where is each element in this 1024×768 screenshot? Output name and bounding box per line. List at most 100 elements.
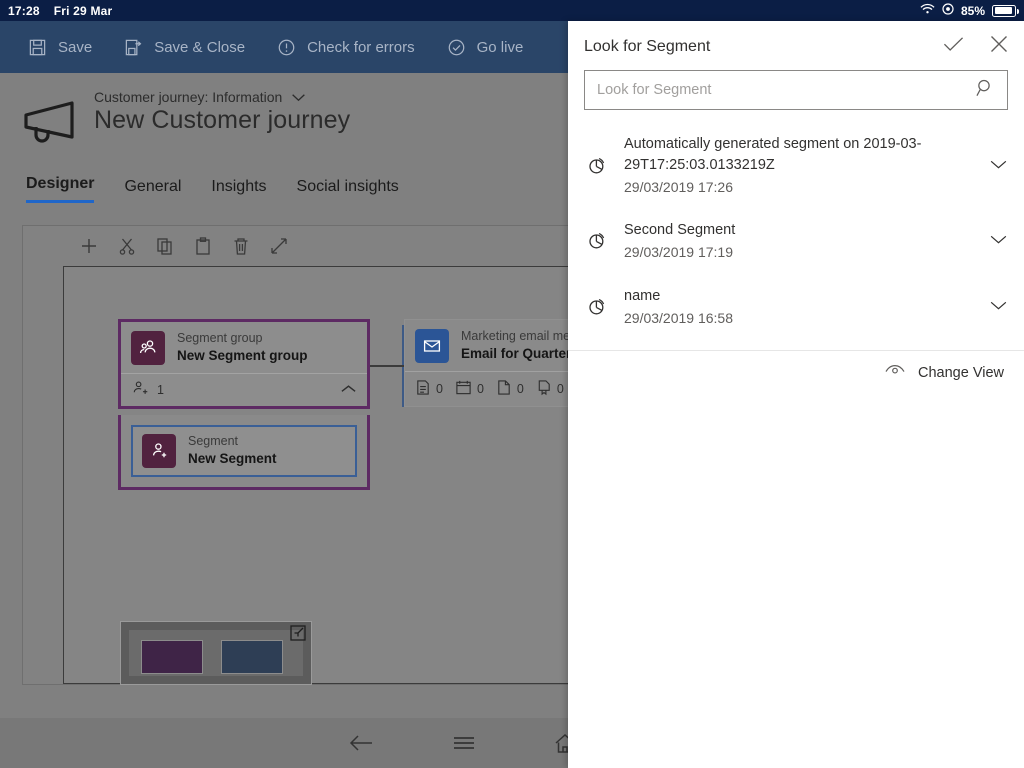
check-for-errors-button[interactable]: Check for errors xyxy=(261,32,431,63)
segment-pie-icon xyxy=(584,296,610,318)
save-and-close-button[interactable]: Save & Close xyxy=(108,32,261,63)
save-button[interactable]: Save xyxy=(12,32,108,63)
tab-designer[interactable]: Designer xyxy=(26,175,94,203)
wifi-icon xyxy=(920,3,935,18)
lookup-flyout-panel: Look for Segment xyxy=(568,21,1024,768)
save-icon xyxy=(28,38,47,57)
minimap-surface xyxy=(129,630,303,676)
segment-group-footer: 1 xyxy=(121,374,367,406)
list-item-date: 29/03/2019 16:58 xyxy=(624,308,967,329)
calendar-icon xyxy=(455,379,472,399)
panel-actions xyxy=(943,35,1008,58)
chevron-up-icon[interactable] xyxy=(340,383,357,397)
tab-general[interactable]: General xyxy=(124,178,181,203)
segment-group-header: Segment group New Segment group xyxy=(121,322,367,374)
canvas-connector-line xyxy=(370,365,404,367)
email-stat-scheduled: 0 xyxy=(455,379,484,399)
list-item[interactable]: Automatically generated segment on 2019-… xyxy=(568,124,1024,208)
change-view-label[interactable]: Change View xyxy=(918,365,1004,381)
tab-social-insights-label: Social insights xyxy=(297,178,399,195)
status-bar: 17:28 Fri 29 Mar 85% xyxy=(0,0,1024,21)
list-item-body: name 29/03/2019 16:58 xyxy=(624,286,967,329)
segment-name: New Segment xyxy=(188,450,277,468)
chevron-down-icon[interactable] xyxy=(989,157,1008,175)
tab-designer-label: Designer xyxy=(26,175,94,192)
copy-icon[interactable] xyxy=(155,236,175,256)
add-people-icon xyxy=(142,434,176,468)
go-live-label: Go live xyxy=(477,39,524,56)
save-and-close-label: Save & Close xyxy=(154,39,245,56)
search-input[interactable] xyxy=(597,82,976,98)
megaphone-icon xyxy=(18,97,86,153)
save-close-icon xyxy=(124,38,143,57)
list-item-name: Second Segment xyxy=(624,220,967,241)
error-info-icon xyxy=(277,38,296,57)
minimap-node-segment xyxy=(141,640,203,674)
go-live-button[interactable]: Go live xyxy=(431,32,540,63)
list-item-name: Automatically generated segment on 2019-… xyxy=(624,134,967,176)
menu-icon[interactable] xyxy=(452,734,476,752)
tab-insights[interactable]: Insights xyxy=(211,178,266,203)
segment-group-count: 1 xyxy=(157,383,164,397)
email-stat-opened-value: 0 xyxy=(517,382,524,396)
segment-pie-icon xyxy=(584,155,610,177)
entity-label-row[interactable]: Customer journey: Information xyxy=(94,89,350,105)
screen: 17:28 Fri 29 Mar 85% xyxy=(0,0,1024,768)
page-title: New Customer journey xyxy=(94,106,350,135)
entity-label: Customer journey: Information xyxy=(94,89,282,105)
clicked-icon xyxy=(536,379,552,399)
segment-pie-icon xyxy=(584,230,610,252)
eye-icon[interactable] xyxy=(884,363,906,382)
chevron-down-icon[interactable] xyxy=(989,298,1008,316)
paste-icon[interactable] xyxy=(193,236,213,256)
list-item-date: 29/03/2019 17:19 xyxy=(624,242,967,263)
search-box[interactable] xyxy=(584,70,1008,110)
list-item-name: name xyxy=(624,286,967,307)
check-icon[interactable] xyxy=(943,36,964,57)
sent-icon xyxy=(415,379,431,399)
add-people-icon xyxy=(131,380,150,400)
opened-icon xyxy=(496,379,512,399)
search-icon[interactable] xyxy=(976,78,995,102)
battery-icon xyxy=(992,5,1016,17)
segment-group-type: Segment group xyxy=(177,331,308,347)
cut-icon[interactable] xyxy=(117,236,137,256)
list-item-date: 29/03/2019 17:26 xyxy=(624,177,967,198)
close-icon[interactable] xyxy=(990,35,1008,58)
panel-header: Look for Segment xyxy=(568,21,1024,68)
location-icon xyxy=(942,3,954,18)
email-stat-sent: 0 xyxy=(415,379,443,399)
email-stat-sent-value: 0 xyxy=(436,382,443,396)
status-date: Fri 29 Mar xyxy=(54,4,113,18)
chevron-down-icon[interactable] xyxy=(989,232,1008,250)
tab-insights-label: Insights xyxy=(211,178,266,195)
chevron-down-icon[interactable] xyxy=(291,89,306,105)
battery-percent: 85% xyxy=(961,4,985,18)
check-for-errors-label: Check for errors xyxy=(307,39,415,56)
delete-icon[interactable] xyxy=(231,236,251,256)
expand-icon[interactable] xyxy=(269,236,289,256)
status-indicators: 85% xyxy=(920,3,1016,18)
list-item-body: Automatically generated segment on 2019-… xyxy=(624,134,967,198)
email-stat-scheduled-value: 0 xyxy=(477,382,484,396)
segment-result-list: Automatically generated segment on 2019-… xyxy=(568,124,1024,340)
tab-social-insights[interactable]: Social insights xyxy=(297,178,399,203)
segment-tile[interactable]: Segment New Segment xyxy=(131,425,357,477)
tab-general-label: General xyxy=(124,178,181,195)
check-circle-icon xyxy=(447,38,466,57)
back-arrow-icon[interactable] xyxy=(348,733,374,753)
segment-type: Segment xyxy=(188,434,277,450)
expand-minimap-icon[interactable] xyxy=(289,624,307,647)
list-item-body: Second Segment 29/03/2019 17:19 xyxy=(624,220,967,263)
save-label: Save xyxy=(58,39,92,56)
add-icon[interactable] xyxy=(79,236,99,256)
list-item[interactable]: Second Segment 29/03/2019 17:19 xyxy=(568,208,1024,274)
canvas-minimap[interactable] xyxy=(120,621,312,685)
segment-group-children: Segment New Segment xyxy=(118,415,370,490)
email-stat-opened: 0 xyxy=(496,379,524,399)
panel-title: Look for Segment xyxy=(584,38,710,56)
status-time: 17:28 xyxy=(8,4,40,18)
segment-group-name: New Segment group xyxy=(177,347,308,365)
list-item[interactable]: name 29/03/2019 16:58 xyxy=(568,274,1024,340)
segment-group-tile[interactable]: Segment group New Segment group 1 xyxy=(118,319,370,409)
